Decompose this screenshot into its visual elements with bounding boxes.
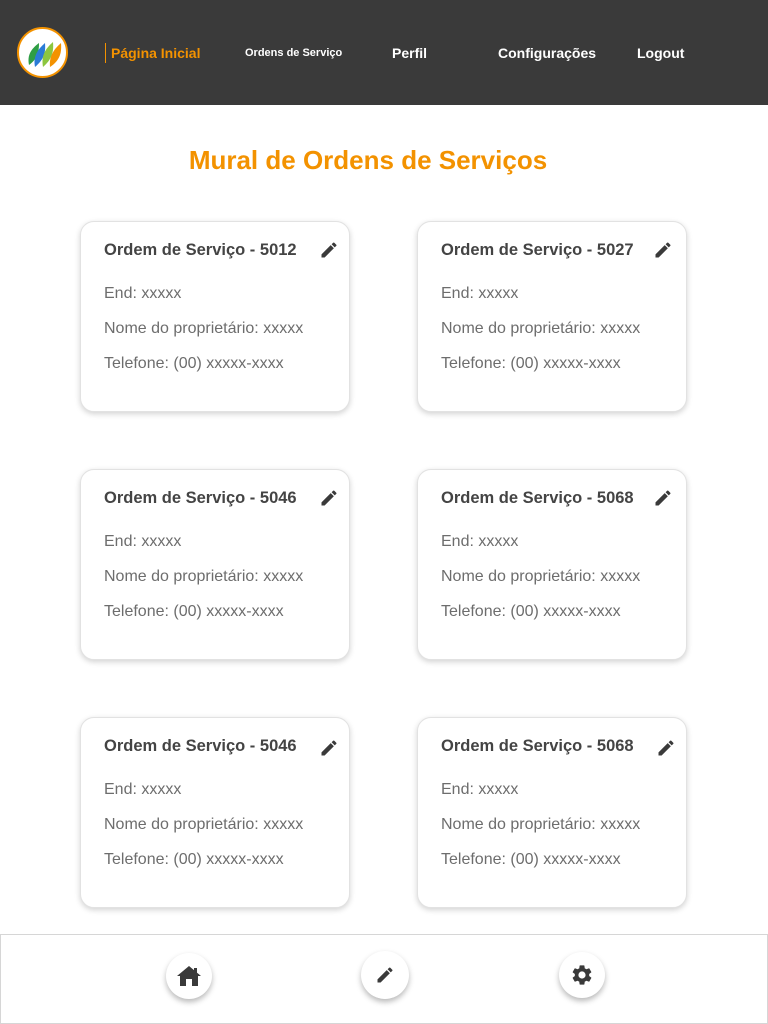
card-owner: Nome do proprietário: xxxxx: [104, 816, 304, 833]
nav-service-orders-link[interactable]: Ordens de Serviço: [245, 43, 342, 63]
card-title: Ordem de Serviço - 5068: [441, 737, 634, 755]
pencil-icon[interactable]: [319, 738, 339, 758]
service-order-card[interactable]: Ordem de Serviço - 5046 End: xxxxx Nome …: [80, 469, 350, 660]
gear-icon[interactable]: [559, 952, 605, 998]
card-address: End: xxxxx: [104, 781, 182, 798]
service-order-card[interactable]: Ordem de Serviço - 5068 End: xxxxx Nome …: [417, 717, 687, 908]
service-order-card[interactable]: Ordem de Serviço - 5027 End: xxxxx Nome …: [417, 221, 687, 412]
pencil-icon[interactable]: [653, 488, 673, 508]
home-icon[interactable]: [166, 953, 212, 999]
card-address: End: xxxxx: [441, 285, 519, 302]
leaves-logo-icon[interactable]: [17, 27, 68, 78]
card-address: End: xxxxx: [104, 533, 182, 550]
card-owner: Nome do proprietário: xxxxx: [104, 568, 304, 585]
bottom-nav-bar: [0, 934, 768, 1024]
pencil-icon[interactable]: [361, 951, 409, 999]
nav-logout-link[interactable]: Logout: [637, 43, 684, 63]
card-owner: Nome do proprietário: xxxxx: [441, 568, 641, 585]
pencil-icon[interactable]: [656, 738, 676, 758]
nav-settings-link[interactable]: Configurações: [498, 43, 596, 63]
pencil-icon[interactable]: [319, 240, 339, 260]
pencil-icon[interactable]: [653, 240, 673, 260]
card-title: Ordem de Serviço - 5027: [441, 241, 634, 259]
nav-profile-link[interactable]: Perfil: [392, 43, 427, 63]
service-order-card[interactable]: Ordem de Serviço - 5068 End: xxxxx Nome …: [417, 469, 687, 660]
card-address: End: xxxxx: [104, 285, 182, 302]
card-title: Ordem de Serviço - 5046: [104, 737, 297, 755]
card-address: End: xxxxx: [441, 781, 519, 798]
card-address: End: xxxxx: [441, 533, 519, 550]
service-order-card[interactable]: Ordem de Serviço - 5046 End: xxxxx Nome …: [80, 717, 350, 908]
card-phone: Telefone: (00) xxxxx-xxxx: [441, 355, 621, 372]
card-phone: Telefone: (00) xxxxx-xxxx: [104, 603, 284, 620]
nav-home-link[interactable]: Página Inicial: [105, 43, 200, 63]
card-phone: Telefone: (00) xxxxx-xxxx: [441, 851, 621, 868]
card-phone: Telefone: (00) xxxxx-xxxx: [104, 355, 284, 372]
service-order-card[interactable]: Ordem de Serviço - 5012 End: xxxxx Nome …: [80, 221, 350, 412]
card-owner: Nome do proprietário: xxxxx: [441, 816, 641, 833]
card-title: Ordem de Serviço - 5046: [104, 489, 297, 507]
top-header: Página Inicial Ordens de Serviço Perfil …: [0, 0, 768, 105]
card-phone: Telefone: (00) xxxxx-xxxx: [104, 851, 284, 868]
card-phone: Telefone: (00) xxxxx-xxxx: [441, 603, 621, 620]
page-title: Mural de Ordens de Serviços: [188, 145, 548, 175]
card-owner: Nome do proprietário: xxxxx: [441, 320, 641, 337]
pencil-icon[interactable]: [319, 488, 339, 508]
card-title: Ordem de Serviço - 5068: [441, 489, 634, 507]
card-title: Ordem de Serviço - 5012: [104, 241, 297, 259]
card-owner: Nome do proprietário: xxxxx: [104, 320, 304, 337]
